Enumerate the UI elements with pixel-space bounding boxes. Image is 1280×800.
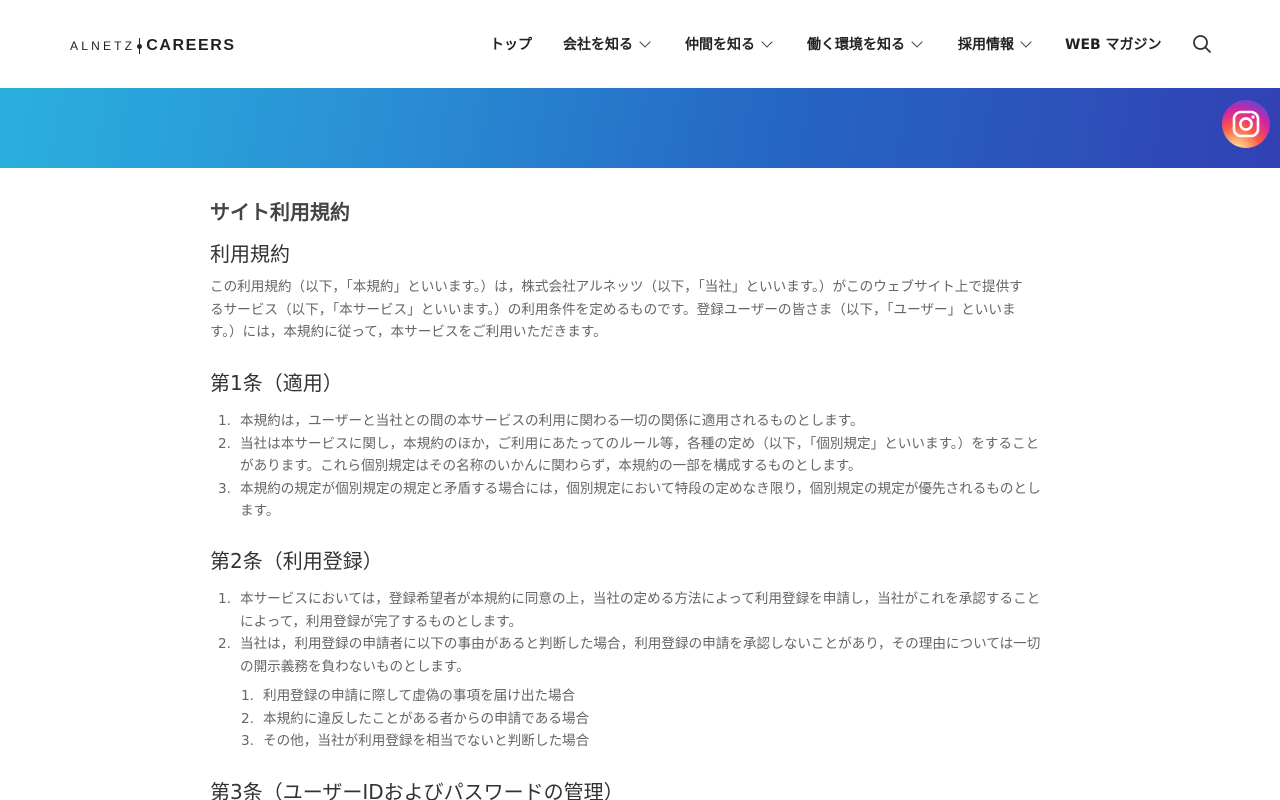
instagram-icon[interactable]	[1222, 100, 1270, 148]
list-item: 2. 当社は，利用登録の申請者に以下の事由があると判断した場合，利用登録の申請を…	[218, 633, 1068, 678]
list-item-number: 1.	[218, 591, 231, 607]
page-title: サイト利用規約	[210, 200, 350, 224]
nav-item-company[interactable]: 会社を知る	[563, 33, 651, 55]
list-item-text: 当社は，利用登録の申請者に以下の事由があると判断した場合，利用登録の申請を承認し…	[240, 636, 1041, 652]
site-header: ALNETZ CAREERS トップ 会社を知る 仲間を知る 働く環境を知る 採…	[0, 0, 1280, 88]
list-item: 2. 当社は本サービスに関し，本規約のほか，ご利用にあたってのルール等，各種の定…	[218, 433, 1068, 478]
list-item-text: 本サービスにおいては，登録希望者が本規約に同意の上，当社の定める方法によって利用…	[240, 591, 1041, 607]
nav-item-web-magazine[interactable]: WEB マガジン	[1065, 33, 1162, 55]
nav-label: 会社を知る	[563, 37, 633, 53]
chevron-down-icon	[639, 35, 651, 48]
article-2-list: 1. 本サービスにおいては，登録希望者が本規約に同意の上，当社の定める方法によっ…	[218, 588, 1068, 678]
list-item-text: 利用登録の申請に際して虚偽の事項を届け出た場合	[263, 688, 576, 704]
list-item-text: 本規約に違反したことがある者からの申請である場合	[263, 710, 590, 727]
chevron-down-icon	[1020, 35, 1032, 48]
list-item-number: 1.	[218, 413, 231, 429]
list-item: 2. 本規約に違反したことがある者からの申請である場合	[241, 708, 1061, 731]
nav-label: WEB マガジン	[1065, 37, 1162, 53]
nav-label: 採用情報	[958, 37, 1014, 53]
list-item-text: ます。	[240, 503, 280, 519]
list-item: 1. 本規約は，ユーザーと当社との間の本サービスの利用に関わる一切の関係に適用さ…	[218, 410, 1068, 433]
list-item-text: の開示義務を負わないものとします。	[240, 658, 470, 675]
chevron-down-icon	[911, 35, 923, 48]
nav-item-top[interactable]: トップ	[490, 33, 532, 55]
section-title: 利用規約	[210, 242, 290, 266]
search-icon[interactable]	[1192, 34, 1212, 54]
list-item: 1. 利用登録の申請に際して虚偽の事項を届け出た場合	[241, 685, 1061, 708]
logo-text-careers: CAREERS	[146, 37, 236, 54]
list-item-number: 2.	[241, 710, 254, 727]
intro-line: るサービス（以下，「本サービス」といいます。）の利用条件を定めるものです。登録ユ…	[210, 301, 1016, 318]
intro-paragraph: この利用規約（以下，「本規約」といいます。）は，株式会社アルネッツ（以下，「当社…	[210, 276, 1066, 344]
chevron-down-icon	[761, 35, 773, 48]
site-logo[interactable]: ALNETZ CAREERS	[70, 36, 236, 56]
nav-label: 仲間を知る	[685, 37, 755, 53]
article-1-list: 1. 本規約は，ユーザーと当社との間の本サービスの利用に関わる一切の関係に適用さ…	[218, 410, 1068, 523]
list-item: 3. 本規約の規定が個別規定の規定と矛盾する場合には，個別規定において特段の定め…	[218, 478, 1068, 523]
list-item-number: 2.	[218, 435, 231, 452]
list-item-number: 2.	[218, 636, 231, 652]
list-item-number: 3.	[218, 480, 231, 497]
logo-text-alnetz: ALNETZ	[70, 39, 136, 53]
article-1-title: 第1条（適用）	[210, 371, 343, 395]
list-item-number: 3.	[241, 733, 254, 749]
intro-line: す。）には，本規約に従って，本サービスをご利用いただきます。	[210, 324, 607, 340]
list-item-text: 当社は本サービスに関し，本規約のほか，ご利用にあたってのルール等，各種の定め（以…	[240, 435, 1040, 452]
nav-label: 働く環境を知る	[807, 37, 905, 53]
list-item-number: 1.	[241, 688, 254, 704]
page-banner	[0, 88, 1280, 168]
list-item-text: によって，利用登録が完了するものとします。	[240, 613, 523, 630]
intro-line: この利用規約（以下，「本規約」といいます。）は，株式会社アルネッツ（以下，「当社…	[210, 279, 1023, 295]
list-item: 3. その他，当社が利用登録を相当でないと判断した場合	[241, 730, 1061, 753]
article-3-title: 第3条（ユーザーIDおよびパスワードの管理）	[210, 780, 624, 800]
list-item-text: があります。これら個別規定はその名称のいかんに関わらず，本規約の一部を構成するも…	[240, 458, 862, 474]
list-item: 1. 本サービスにおいては，登録希望者が本規約に同意の上，当社の定める方法によっ…	[218, 588, 1068, 633]
article-2-title: 第2条（利用登録）	[210, 549, 383, 573]
nav-item-recruit[interactable]: 採用情報	[958, 33, 1032, 55]
nav-item-environment[interactable]: 働く環境を知る	[807, 33, 923, 55]
list-item-text: 本規約は，ユーザーと当社との間の本サービスの利用に関わる一切の関係に適用されるも…	[240, 413, 864, 429]
article-2-sublist: 1. 利用登録の申請に際して虚偽の事項を届け出た場合 2. 本規約に違反したこと…	[241, 685, 1061, 753]
nav-label: トップ	[490, 37, 532, 53]
nav-item-people[interactable]: 仲間を知る	[685, 33, 773, 55]
logo-separator-icon	[135, 38, 144, 54]
list-item-text: 本規約の規定が個別規定の規定と矛盾する場合には，個別規定において特段の定めなき限…	[240, 480, 1041, 497]
list-item-text: その他，当社が利用登録を相当でないと判断した場合	[263, 733, 590, 749]
